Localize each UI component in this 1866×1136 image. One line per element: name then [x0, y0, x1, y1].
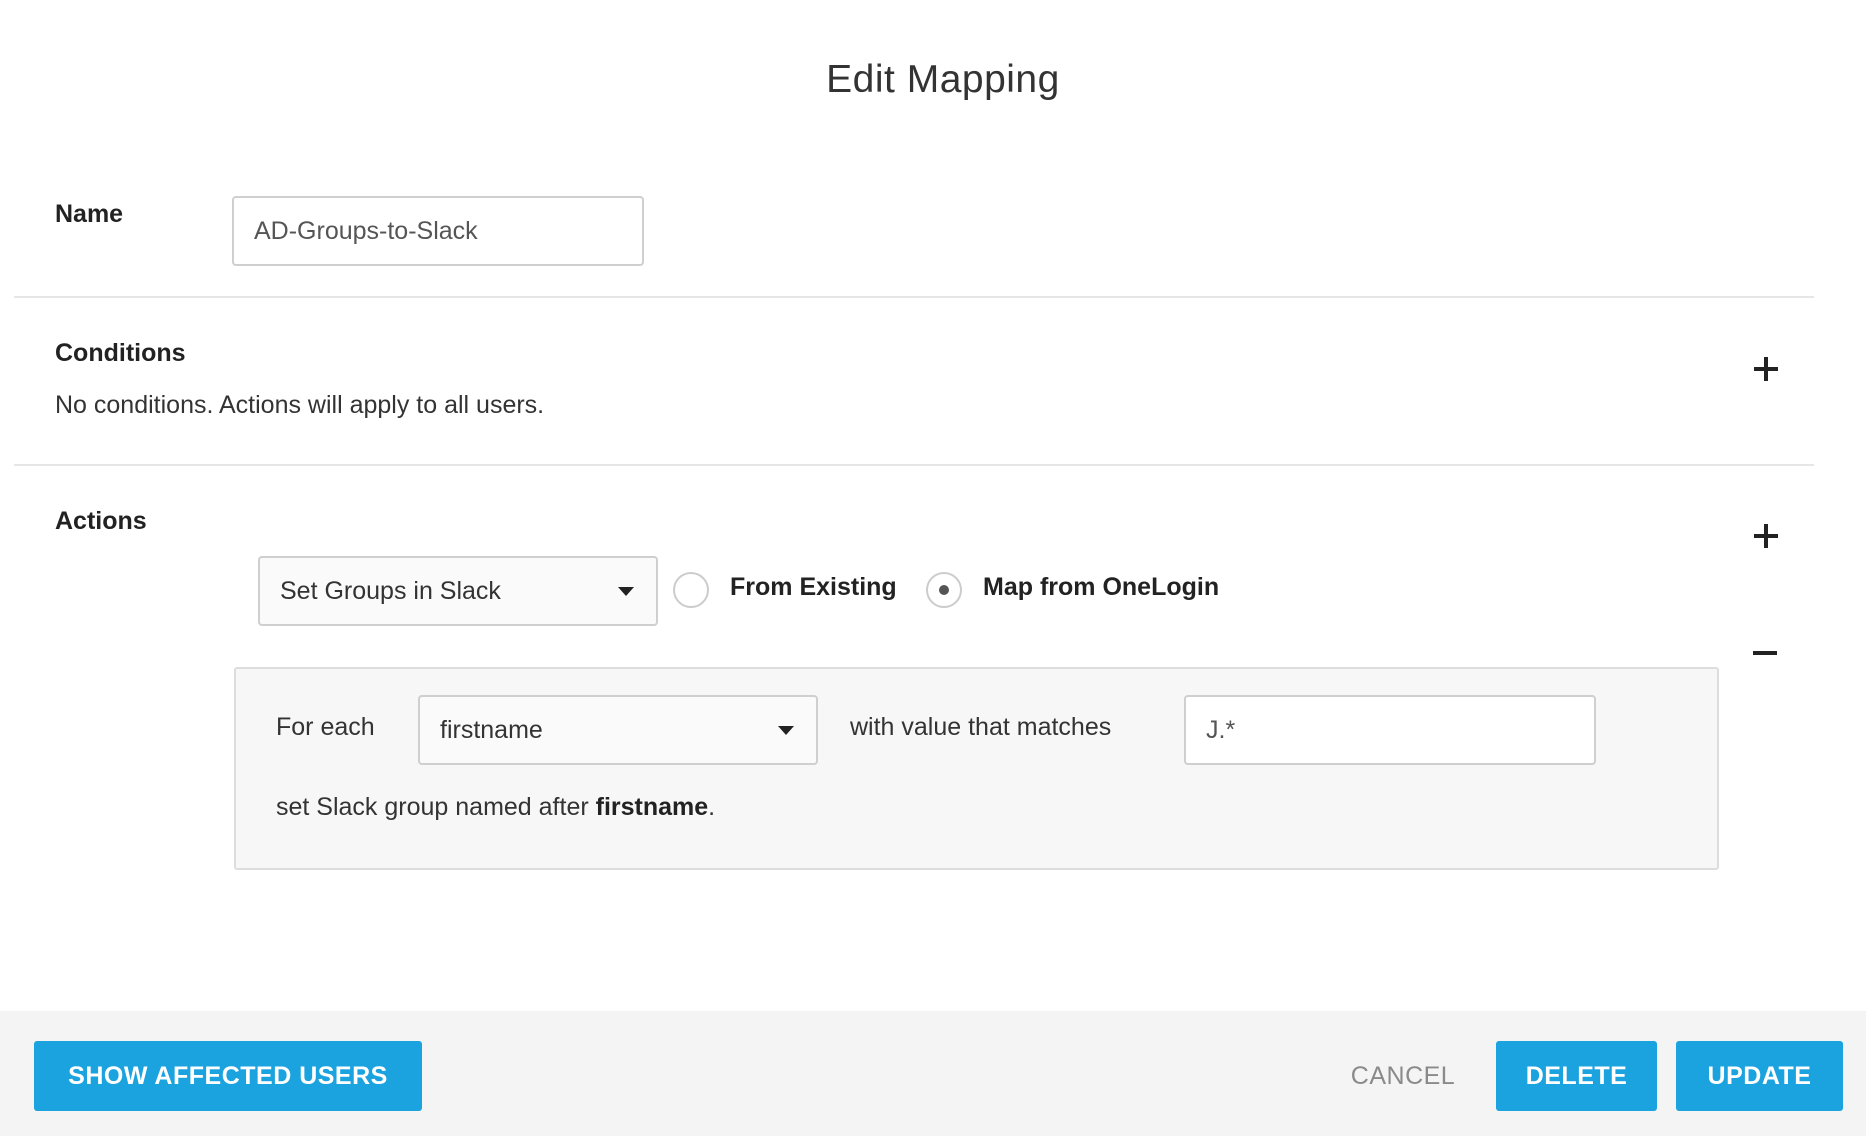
chevron-down-icon [618, 587, 634, 596]
conditions-empty-text: No conditions. Actions will apply to all… [55, 391, 545, 419]
divider [14, 464, 1814, 466]
edit-mapping-dialog: Edit Mapping Name AD-Groups-to-Slack Con… [0, 0, 1866, 1136]
radio-map-from-onelogin-label[interactable]: Map from OneLogin [983, 573, 1219, 602]
update-button[interactable]: UPDATE [1676, 1041, 1843, 1111]
conditions-label: Conditions [55, 339, 186, 367]
show-affected-users-button[interactable]: SHOW AFFECTED USERS [34, 1041, 422, 1111]
delete-button[interactable]: DELETE [1496, 1041, 1657, 1111]
radio-from-existing[interactable] [673, 572, 709, 608]
for-each-label: For each [276, 713, 375, 741]
result-prefix: set Slack group named after [276, 793, 589, 821]
pattern-input[interactable]: J.* [1184, 695, 1596, 765]
name-label: Name [55, 200, 124, 228]
radio-map-from-onelogin[interactable] [926, 572, 962, 608]
remove-action-minus-icon[interactable] [1753, 651, 1777, 655]
add-action-plus-icon[interactable] [1754, 524, 1778, 548]
name-input[interactable]: AD-Groups-to-Slack [232, 196, 644, 266]
mapping-result-text: set Slack group named after firstname. [276, 793, 715, 822]
matches-label: with value that matches [850, 713, 1112, 741]
name-input-value: AD-Groups-to-Slack [254, 216, 478, 245]
result-field: firstname [595, 793, 709, 821]
action-type-select[interactable]: Set Groups in Slack [258, 556, 658, 626]
actions-label: Actions [55, 507, 147, 535]
chevron-down-icon [778, 726, 794, 735]
add-condition-plus-icon[interactable] [1754, 357, 1778, 381]
result-suffix: . [708, 793, 716, 821]
field-select[interactable]: firstname [418, 695, 818, 765]
field-select-value: firstname [440, 715, 543, 744]
action-type-select-value: Set Groups in Slack [280, 576, 501, 605]
divider [14, 296, 1814, 298]
pattern-input-value: J.* [1206, 715, 1236, 744]
dialog-title: Edit Mapping [826, 58, 1060, 101]
radio-from-existing-label[interactable]: From Existing [730, 573, 897, 602]
radio-selected-dot [939, 585, 949, 595]
cancel-button[interactable]: CANCEL [1330, 1041, 1476, 1111]
